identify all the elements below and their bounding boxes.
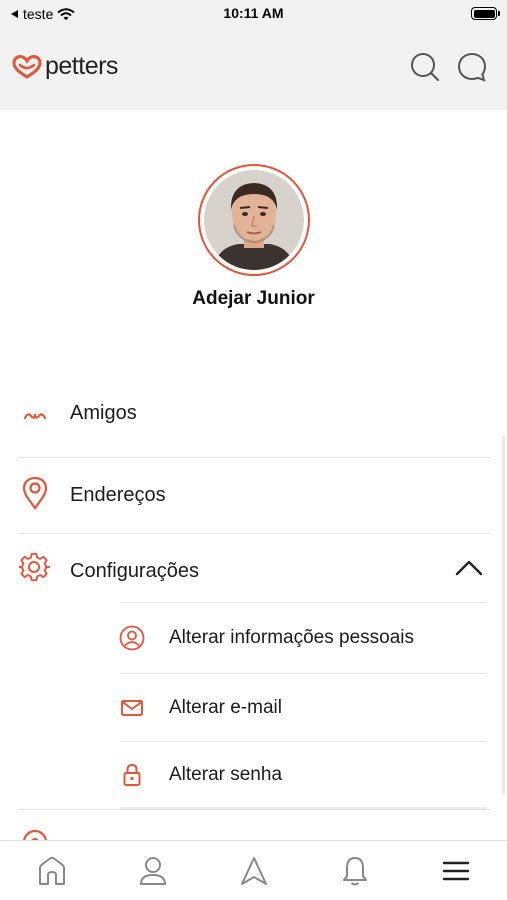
- petters-logo[interactable]: petters: [12, 52, 118, 81]
- menu-item-label: Endereços: [70, 484, 166, 506]
- submenu-item-label: Alterar informações pessoais: [169, 627, 414, 648]
- friends-icon: [18, 396, 52, 430]
- profile-icon: [139, 857, 166, 885]
- gear-icon: [18, 551, 52, 585]
- profile-avatar[interactable]: [198, 164, 310, 276]
- status-time: 10:11 AM: [223, 5, 284, 21]
- profile-name: Adejar Junior: [192, 288, 315, 309]
- side-menu: Amigos Endereços Configurações Alterar i…: [0, 395, 507, 840]
- menu-item-icon: [18, 825, 52, 840]
- status-bar: teste 10:11 AM: [0, 0, 507, 28]
- chat-bubble-icon[interactable]: [455, 50, 489, 84]
- navigation-icon: [240, 857, 267, 885]
- mail-icon: [118, 694, 146, 722]
- menu-item-label: Amigos: [70, 402, 137, 424]
- avatar: [204, 170, 304, 270]
- submenu-item-email[interactable]: Alterar e-mail: [118, 674, 488, 742]
- menu-item-settings[interactable]: Configurações: [18, 534, 490, 602]
- scrollbar[interactable]: [502, 435, 505, 795]
- logo-heart-icon: [12, 54, 42, 79]
- menu-item-friends[interactable]: Amigos: [18, 395, 490, 448]
- menu-item-addresses[interactable]: Endereços: [18, 458, 490, 533]
- chevron-up-icon[interactable]: [454, 558, 484, 578]
- menu-item-next[interactable]: [18, 825, 490, 840]
- submenu-item-password[interactable]: Alterar senha: [118, 742, 488, 810]
- divider: [18, 809, 490, 810]
- tab-home[interactable]: [1, 841, 102, 900]
- user-circle-icon: [118, 624, 146, 652]
- menu-item-label: Configurações: [70, 560, 199, 582]
- bell-icon: [342, 857, 367, 886]
- battery-icon: [471, 7, 500, 20]
- lock-icon: [118, 761, 146, 789]
- logo-text: petters: [45, 52, 118, 80]
- app-header: petters: [0, 28, 507, 110]
- tab-notifications[interactable]: [304, 841, 405, 900]
- tab-bar: [0, 840, 507, 900]
- menu-icon: [442, 861, 469, 881]
- tab-menu[interactable]: [405, 841, 506, 900]
- home-icon: [38, 856, 65, 885]
- location-pin-icon: [18, 476, 52, 510]
- tab-profile[interactable]: [102, 841, 203, 900]
- submenu-item-label: Alterar senha: [169, 764, 283, 785]
- avatar-photo: [204, 170, 304, 270]
- submenu-item-personal-info[interactable]: Alterar informações pessoais: [118, 603, 488, 673]
- search-icon[interactable]: [408, 50, 442, 84]
- submenu-item-label: Alterar e-mail: [169, 697, 282, 718]
- tab-navigation[interactable]: [203, 841, 304, 900]
